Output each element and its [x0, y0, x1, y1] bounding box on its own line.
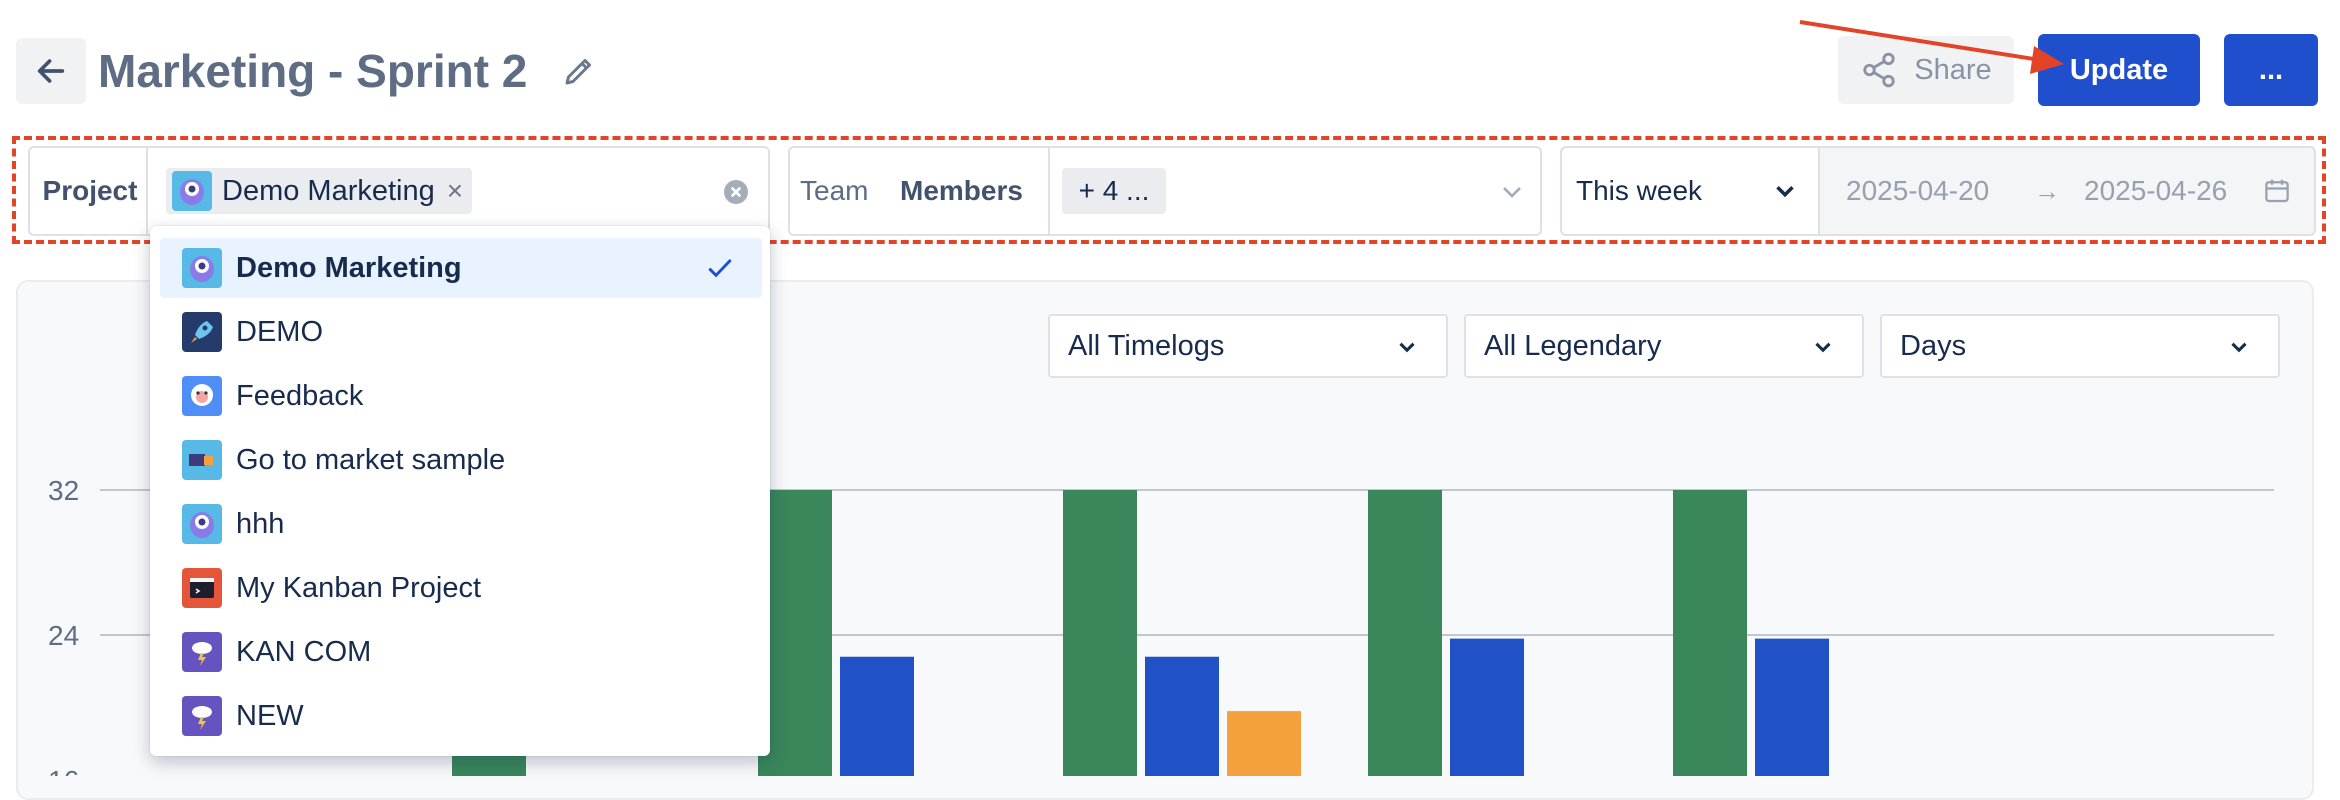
- project-option[interactable]: DEMO: [160, 302, 762, 362]
- chart-bar[interactable]: [1145, 656, 1219, 776]
- chart-bar[interactable]: [1063, 490, 1137, 776]
- project-option[interactable]: KAN COM: [160, 622, 762, 682]
- project-option-label: Feedback: [236, 379, 364, 412]
- project-option[interactable]: Go to market sample: [160, 430, 762, 490]
- chart-bar[interactable]: [1755, 638, 1829, 776]
- project-option[interactable]: Feedback: [160, 366, 762, 426]
- project-option[interactable]: My Kanban Project: [160, 558, 762, 618]
- project-option-label: hhh: [236, 507, 285, 540]
- y-tick-label: 32: [48, 475, 79, 506]
- cards-avatar-icon: [182, 440, 222, 480]
- project-option[interactable]: hhh: [160, 494, 762, 554]
- project-option-label: My Kanban Project: [236, 571, 482, 604]
- yeti-avatar-icon: [182, 376, 222, 416]
- terminal-avatar-icon: [182, 568, 222, 608]
- robot-avatar-icon: [182, 504, 222, 544]
- rocket-avatar-icon: [182, 312, 222, 352]
- chart-bar[interactable]: [840, 656, 914, 776]
- chart-bar[interactable]: [1227, 711, 1301, 776]
- storm-avatar-icon: [182, 632, 222, 672]
- chart-bar[interactable]: [1673, 490, 1747, 776]
- chart-bar[interactable]: [1368, 490, 1442, 776]
- chart-bar[interactable]: [1450, 638, 1524, 776]
- y-tick-label: 16: [48, 765, 79, 776]
- project-option-label: Demo Marketing: [236, 251, 462, 284]
- robot-avatar-icon: [182, 248, 222, 288]
- project-option-label: NEW: [236, 699, 304, 732]
- project-option-label: Go to market sample: [236, 443, 506, 476]
- checkmark-icon: [708, 258, 732, 278]
- y-tick-label: 24: [48, 620, 79, 651]
- storm-avatar-icon: [182, 696, 222, 736]
- project-option-label: KAN COM: [236, 635, 372, 668]
- project-option[interactable]: NEW: [160, 686, 762, 746]
- project-option[interactable]: Demo Marketing: [160, 238, 762, 298]
- project-option-label: DEMO: [236, 315, 323, 348]
